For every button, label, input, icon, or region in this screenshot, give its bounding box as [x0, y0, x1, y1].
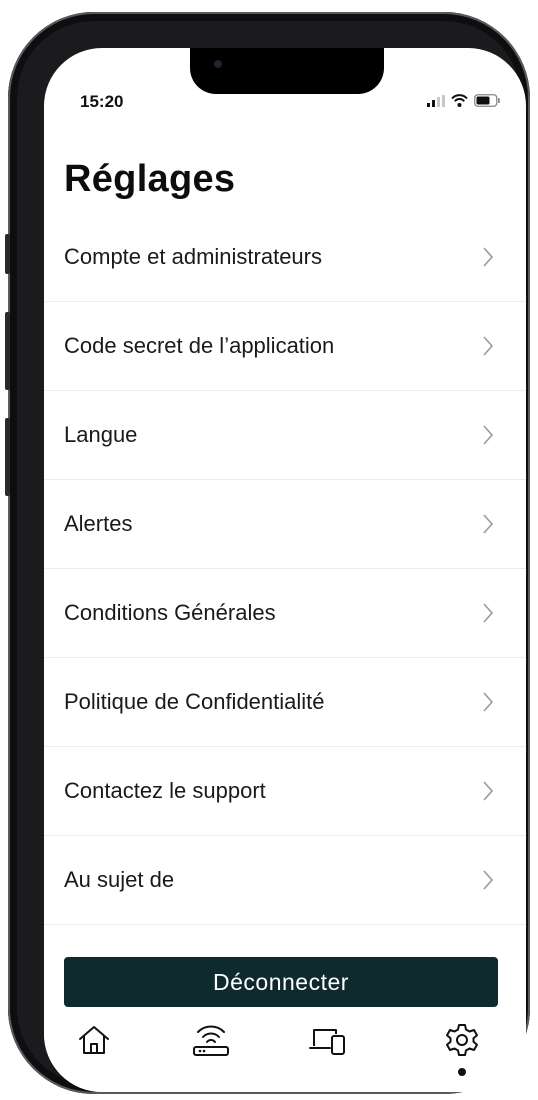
mute-switch	[5, 234, 10, 274]
settings-item-alerts[interactable]: Alertes	[44, 480, 526, 569]
tab-devices[interactable]	[306, 1018, 350, 1062]
logout-button[interactable]: Déconnecter	[64, 957, 498, 1007]
active-tab-indicator	[458, 1068, 466, 1076]
settings-item-terms[interactable]: Conditions Générales	[44, 569, 526, 658]
settings-item-app-passcode[interactable]: Code secret de l’application	[44, 302, 526, 391]
chevron-right-icon	[483, 425, 494, 445]
phone-frame: 15:20 Réglages Compte et administrateurs…	[5, 12, 530, 1094]
screen: 15:20 Réglages Compte et administrateurs…	[44, 48, 526, 1092]
router-icon	[193, 1025, 229, 1056]
settings-item-label: Langue	[64, 422, 138, 447]
status-icons	[427, 94, 500, 107]
tab-network[interactable]	[189, 1018, 233, 1062]
settings-item-account[interactable]: Compte et administrateurs	[44, 213, 526, 302]
settings-item-support[interactable]: Contactez le support	[44, 747, 526, 836]
home-icon	[79, 1026, 109, 1054]
volume-up-button	[5, 312, 10, 390]
chevron-right-icon	[483, 692, 494, 712]
settings-item-about[interactable]: Au sujet de	[44, 836, 526, 925]
settings-item-label: Code secret de l’application	[64, 333, 335, 358]
settings-icon	[446, 1024, 478, 1056]
status-time: 15:20	[80, 92, 124, 111]
tab-bar	[44, 1010, 526, 1092]
tab-home[interactable]	[72, 1018, 116, 1062]
devices-icon	[309, 1029, 345, 1055]
settings-list: Compte et administrateurs Code secret de…	[44, 213, 526, 925]
settings-item-label: Au sujet de	[64, 867, 175, 892]
battery-icon	[474, 94, 500, 107]
settings-item-label: Compte et administrateurs	[64, 244, 322, 269]
volume-down-button	[5, 418, 10, 496]
settings-item-label: Contactez le support	[64, 778, 266, 803]
chevron-right-icon	[483, 781, 494, 801]
chevron-right-icon	[483, 603, 494, 623]
chevron-right-icon	[483, 336, 494, 356]
settings-item-label: Politique de Confidentialité	[64, 689, 325, 714]
settings-item-label: Conditions Générales	[64, 600, 276, 625]
chevron-right-icon	[483, 247, 494, 267]
settings-item-privacy[interactable]: Politique de Confidentialité	[44, 658, 526, 747]
front-camera	[214, 60, 222, 68]
tab-settings[interactable]	[440, 1018, 484, 1076]
signal-icon	[427, 94, 445, 107]
chevron-right-icon	[483, 514, 494, 534]
settings-item-label: Alertes	[64, 511, 133, 536]
settings-item-language[interactable]: Langue	[44, 391, 526, 480]
chevron-right-icon	[483, 870, 494, 890]
wifi-icon	[451, 94, 468, 107]
page-title: Réglages	[64, 158, 236, 200]
notch	[190, 48, 384, 94]
